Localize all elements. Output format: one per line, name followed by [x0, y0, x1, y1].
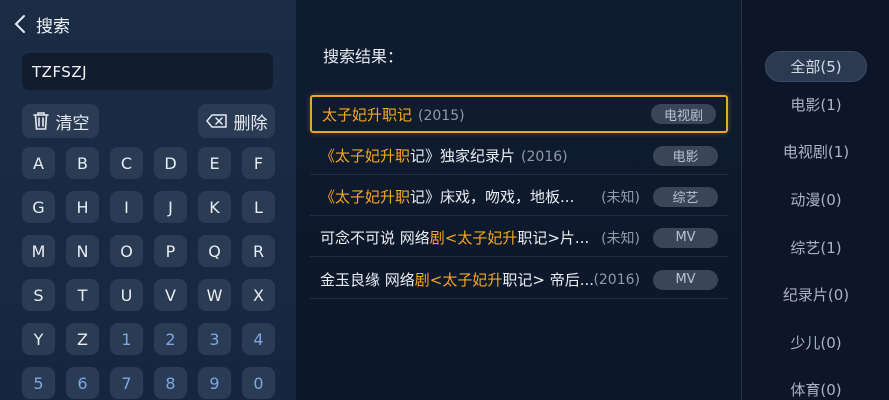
- result-year: (2016): [521, 149, 568, 165]
- key-h[interactable]: H: [66, 191, 99, 223]
- key-i[interactable]: I: [110, 191, 143, 223]
- keyboard-panel: 搜索 TZFSZJ 清空 删除 ABCDEF GHIJKL MNOPQR STUVWX…: [0, 0, 296, 400]
- clear-label: 清空: [55, 113, 90, 134]
- result-title: 金玉良缘 网络剧<太子妃升职记> 帝后...: [320, 269, 594, 290]
- key-a[interactable]: A: [22, 147, 55, 179]
- key-v[interactable]: V: [154, 279, 187, 311]
- header: 搜索: [14, 12, 70, 37]
- key-9[interactable]: 9: [198, 367, 231, 399]
- key-f[interactable]: F: [242, 147, 275, 179]
- category-filter[interactable]: 纪录片(0): [742, 284, 889, 305]
- title-highlight: 剧<太子妃升: [429, 229, 518, 247]
- result-row[interactable]: 可念不可说 网络剧<太子妃升职记>片... (未知) MV: [310, 219, 728, 257]
- result-row[interactable]: 《太子妃升职记》床戏，吻戏，地板... (未知) 综艺: [310, 178, 728, 216]
- title-text: 记》独家纪录片: [410, 147, 516, 165]
- backspace-icon: [205, 114, 227, 128]
- key-u[interactable]: U: [110, 279, 143, 311]
- category-filter[interactable]: 电视剧(1): [742, 141, 889, 162]
- key-c[interactable]: C: [110, 147, 143, 179]
- title-text: 金玉良缘 网络: [320, 271, 415, 289]
- delete-label: 删除: [233, 113, 268, 134]
- key-b[interactable]: B: [66, 147, 99, 179]
- category-tag: MV: [653, 269, 718, 290]
- title-text: 可念不可说 网络: [320, 229, 430, 247]
- key-p[interactable]: P: [154, 235, 187, 267]
- key-k[interactable]: K: [198, 191, 231, 223]
- key-d[interactable]: D: [154, 147, 187, 179]
- result-year: (2016): [593, 271, 640, 288]
- category-filter[interactable]: 体育(0): [742, 379, 889, 400]
- title-text: 记》床戏，吻戏，地板...: [410, 188, 575, 206]
- key-s[interactable]: S: [22, 279, 55, 311]
- result-year: (未知): [601, 189, 640, 206]
- delete-button[interactable]: 删除: [198, 104, 275, 138]
- key-7[interactable]: 7: [110, 367, 143, 399]
- result-title: 《太子妃升职记》床戏，吻戏，地板...: [320, 186, 574, 207]
- key-3[interactable]: 3: [198, 323, 231, 355]
- key-5[interactable]: 5: [22, 367, 55, 399]
- key-4[interactable]: 4: [242, 323, 275, 355]
- page-title: 搜索: [36, 16, 70, 37]
- key-6[interactable]: 6: [66, 367, 99, 399]
- clear-button[interactable]: 清空: [22, 104, 99, 138]
- result-title: 《太子妃升职记》独家纪录片 (2016): [320, 145, 568, 166]
- key-y[interactable]: Y: [22, 323, 55, 355]
- key-m[interactable]: M: [22, 235, 55, 267]
- key-o[interactable]: O: [110, 235, 143, 267]
- key-j[interactable]: J: [154, 191, 187, 223]
- key-l[interactable]: L: [242, 191, 275, 223]
- title-highlight: 太子妃升职记: [322, 105, 413, 124]
- key-1[interactable]: 1: [110, 323, 143, 355]
- key-8[interactable]: 8: [154, 367, 187, 399]
- key-0[interactable]: 0: [242, 367, 275, 399]
- category-tag: 综艺: [653, 186, 718, 207]
- key-z[interactable]: Z: [66, 323, 99, 355]
- title-highlight: 剧<太子妃升: [414, 271, 503, 289]
- title-highlight: 太子妃升职: [335, 188, 411, 206]
- key-e[interactable]: E: [198, 147, 231, 179]
- category-filter[interactable]: 综艺(1): [742, 237, 889, 258]
- key-n[interactable]: N: [66, 235, 99, 267]
- result-row[interactable]: 金玉良缘 网络剧<太子妃升职记> 帝后... (2016) MV: [310, 261, 728, 299]
- result-title: 可念不可说 网络剧<太子妃升职记>片...: [320, 227, 589, 248]
- result-year: (2015): [418, 107, 465, 124]
- result-row[interactable]: 《太子妃升职记》独家纪录片 (2016) 电影: [310, 137, 728, 175]
- category-panel: 全部(5) 电影(1) 电视剧(1) 动漫(0) 综艺(1) 纪录片(0) 少儿(0) 体育(…: [741, 0, 889, 400]
- back-icon[interactable]: [14, 14, 28, 34]
- search-input[interactable]: TZFSZJ: [22, 53, 273, 90]
- title-highlight: 太子妃升职: [335, 147, 411, 165]
- category-filter[interactable]: 动漫(0): [742, 189, 889, 210]
- category-filter[interactable]: 全部(5): [765, 51, 867, 82]
- title-highlight: 《: [320, 147, 336, 165]
- key-t[interactable]: T: [66, 279, 99, 311]
- category-filter[interactable]: 少儿(0): [742, 332, 889, 353]
- category-tag: 电影: [653, 145, 718, 166]
- results-title: 搜索结果：: [323, 47, 404, 66]
- title-highlight: 《: [320, 188, 336, 206]
- title-text: 职记>片...: [517, 229, 590, 247]
- category-tag: 电视剧: [651, 104, 716, 124]
- category-tag: MV: [653, 227, 718, 248]
- key-2[interactable]: 2: [154, 323, 187, 355]
- trash-icon: [32, 112, 49, 130]
- result-title: 太子妃升职记 (2015): [322, 104, 465, 125]
- category-filter[interactable]: 电影(1): [742, 94, 889, 115]
- key-r[interactable]: R: [242, 235, 275, 267]
- result-row[interactable]: 太子妃升职记 (2015) 电视剧: [310, 95, 728, 133]
- result-year: (未知): [601, 230, 640, 247]
- key-w[interactable]: W: [198, 279, 231, 311]
- title-text: 职记> 帝后...: [502, 271, 595, 289]
- key-x[interactable]: X: [242, 279, 275, 311]
- key-g[interactable]: G: [22, 191, 55, 223]
- key-q[interactable]: Q: [198, 235, 231, 267]
